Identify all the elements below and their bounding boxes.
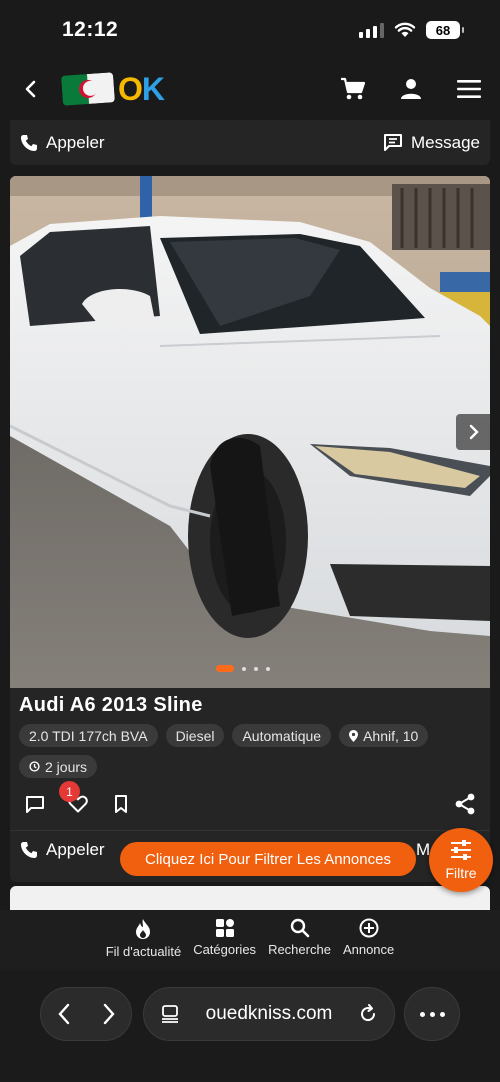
pagination-dot-active [216, 665, 234, 672]
message-icon [384, 134, 403, 151]
plus-circle-icon [359, 918, 379, 938]
share-icon [455, 793, 475, 815]
user-icon[interactable] [398, 76, 424, 102]
algeria-flag-icon [61, 72, 115, 106]
like-button[interactable]: 1 [59, 781, 89, 815]
comment-button[interactable] [24, 793, 46, 815]
status-icons: 68 [359, 21, 464, 39]
share-button[interactable] [454, 793, 476, 815]
signal-icon [359, 22, 384, 38]
bottom-navigation: Fil d'actualité Catégories Recherche Ann… [0, 910, 500, 970]
listing-actions: 1 [24, 781, 476, 818]
chevron-right-icon [469, 424, 479, 440]
chip-engine: 2.0 TDI 177ch BVA [19, 724, 158, 747]
pagination-dot [254, 666, 258, 671]
listing-attributes: 2.0 TDI 177ch BVA Diesel Automatique Ahn… [19, 724, 481, 778]
menu-icon[interactable] [456, 76, 482, 102]
next-listing-card[interactable] [10, 886, 490, 910]
wifi-icon [394, 22, 416, 37]
filter-button[interactable]: Filtre [429, 828, 493, 892]
browser-forward-icon[interactable] [102, 1003, 116, 1025]
battery-icon: 68 [426, 21, 464, 39]
fire-icon [136, 919, 151, 939]
search-icon [290, 918, 309, 938]
photo-pagination [216, 665, 270, 672]
divider [10, 830, 490, 831]
url-text: ouedkniss.com [205, 1003, 333, 1024]
status-time: 12:12 [62, 18, 119, 41]
likes-count-badge: 1 [59, 781, 80, 802]
more-options-button[interactable] [404, 987, 460, 1041]
page: 12:12 68 OK Appeler Message Audi A6 2013… [0, 0, 500, 1082]
nav-search-label: Recherche [268, 942, 331, 957]
status-bar: 12:12 68 [0, 0, 500, 60]
chip-gearbox: Automatique [232, 724, 332, 747]
filter-hint-banner[interactable]: Cliquez Ici Pour Filtrer Les Annonces [120, 842, 416, 876]
listing-title[interactable]: Audi A6 2013 Sline [19, 694, 203, 717]
grid-icon [215, 919, 234, 937]
pagination-dot [266, 666, 270, 671]
page-settings-icon[interactable] [160, 1004, 180, 1024]
chip-date: 2 jours [19, 755, 98, 778]
nav-search[interactable]: Recherche [268, 918, 331, 970]
sliders-icon [451, 840, 471, 860]
browser-toolbar: ouedkniss.com [0, 970, 500, 1082]
bookmark-icon [115, 795, 127, 813]
logo-text: OK [118, 70, 165, 107]
listing-call-button[interactable]: Appeler [20, 840, 105, 860]
location-pin-icon [349, 729, 359, 742]
nav-categories[interactable]: Catégories [193, 918, 256, 970]
nav-post-ad-label: Annonce [342, 942, 395, 957]
back-icon[interactable] [18, 76, 44, 102]
chip-location: Ahnif, 10 [339, 724, 429, 747]
browser-back-icon[interactable] [57, 1003, 71, 1025]
more-dot [419, 1011, 425, 1017]
message-button[interactable]: Message [383, 133, 480, 153]
listing-message-button[interactable]: M [416, 840, 430, 860]
pagination-dot [242, 666, 246, 671]
address-bar[interactable]: ouedkniss.com [143, 987, 395, 1041]
save-button[interactable] [110, 793, 132, 815]
clock-icon [29, 761, 40, 772]
previous-listing-contact-bar: Appeler Message [10, 120, 490, 165]
nav-categories-label: Catégories [193, 942, 257, 957]
listing-card[interactable]: Audi A6 2013 Sline 2.0 TDI 177ch BVA Die… [10, 176, 490, 882]
nav-feed[interactable]: Fil d'actualité [106, 918, 181, 970]
nav-post-ad[interactable]: Annonce [343, 918, 394, 970]
more-dot [429, 1011, 435, 1017]
nav-feed-label: Fil d'actualité [105, 944, 182, 959]
phone-icon [21, 842, 37, 858]
browser-navigation [40, 987, 132, 1041]
phone-icon [21, 134, 37, 151]
comment-icon [26, 795, 44, 813]
app-header: OK [0, 60, 500, 118]
reload-icon[interactable] [358, 1004, 378, 1024]
call-button[interactable]: Appeler [20, 133, 105, 153]
next-photo-button[interactable] [456, 414, 490, 450]
ouedkniss-logo[interactable]: OK [61, 70, 165, 108]
more-dot [439, 1011, 445, 1017]
message-label: Message [411, 132, 480, 152]
listing-call-label: Appeler [46, 840, 105, 859]
cart-icon[interactable] [340, 76, 366, 102]
chip-fuel: Diesel [165, 724, 225, 747]
filter-button-label: Filtre [445, 865, 477, 881]
listing-photo[interactable] [10, 176, 490, 688]
call-label: Appeler [46, 132, 105, 152]
car-photo-illustration [10, 176, 490, 688]
